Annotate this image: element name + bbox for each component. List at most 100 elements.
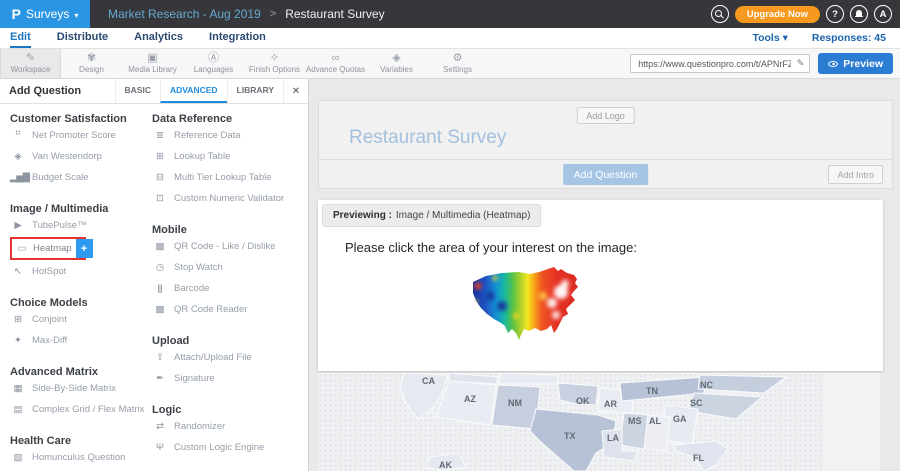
panel-tab-library[interactable]: LIBRARY bbox=[227, 79, 283, 103]
tab-analytics[interactable]: Analytics bbox=[134, 28, 183, 48]
toolbar-item-finish-options[interactable]: ✧Finish Options bbox=[244, 49, 305, 78]
toolbar-item-workspace[interactable]: ✎Workspace bbox=[0, 49, 61, 78]
toolbar-item-advance-quotas[interactable]: ∞Advance Quotas bbox=[305, 49, 366, 78]
question-type-complex-grid-flex-matrix[interactable]: ▤Complex Grid / Flex Matrix bbox=[10, 399, 150, 420]
add-question-button[interactable]: Add Question bbox=[563, 164, 649, 185]
app-logo-surveys-menu[interactable]: P Surveys ▾ bbox=[0, 0, 90, 28]
toolbar-item-design[interactable]: ✾Design bbox=[61, 49, 122, 78]
translate-icon: Ⓐ bbox=[208, 53, 219, 64]
notifications-button[interactable] bbox=[850, 5, 868, 23]
grid-icon: ▤ bbox=[10, 404, 25, 415]
close-panel-button[interactable]: ✕ bbox=[283, 79, 308, 103]
question-type-qr-code-reader[interactable]: ▩QR Code Reader bbox=[152, 299, 306, 320]
question-type-conjoint[interactable]: ⊞Conjoint bbox=[10, 309, 150, 330]
state-label: NC bbox=[700, 380, 713, 390]
edit-url-pencil-icon[interactable]: ✎ bbox=[797, 58, 805, 69]
question-type-label: Lookup Table bbox=[174, 151, 230, 162]
question-type-side-by-side-matrix[interactable]: ▦Side-By-Side Matrix bbox=[10, 378, 150, 399]
question-type-stop-watch[interactable]: ◷Stop Watch bbox=[152, 257, 306, 278]
section-title-data-reference: Data Reference bbox=[152, 113, 306, 125]
panel-column-2: Data Reference≣Reference Data ⊞ Lookup Tab… bbox=[150, 104, 306, 471]
question-type-qr-code-like-dislike[interactable]: ▩QR Code - Like / Dislike bbox=[152, 236, 306, 257]
stacked-table-icon: ⊟ bbox=[152, 172, 167, 183]
section-title-upload: Upload bbox=[152, 335, 306, 347]
qr-code-icon: ▩ bbox=[152, 241, 167, 252]
add-heatmap-plus-button[interactable]: + bbox=[76, 239, 93, 258]
preview-button[interactable]: Preview bbox=[818, 53, 893, 74]
edit-toolbar: ✎Workspace✾Design▣Media LibraryⒶLanguage… bbox=[0, 49, 900, 79]
panel-column-1: Customer Satisfaction⠛Net Promoter Score… bbox=[10, 104, 150, 471]
tab-integration[interactable]: Integration bbox=[209, 28, 266, 48]
upgrade-now-button[interactable]: Upgrade Now bbox=[735, 6, 820, 23]
add-logo-button[interactable]: Add Logo bbox=[576, 107, 635, 124]
toolbar-item-label: Variables bbox=[380, 65, 413, 74]
toolbar-item-languages[interactable]: ⒶLanguages bbox=[183, 49, 244, 78]
search-button[interactable] bbox=[711, 5, 729, 23]
breadcrumb-folder-link[interactable]: Market Research - Aug 2019 bbox=[108, 7, 261, 21]
state-label: AZ bbox=[464, 394, 476, 404]
question-type-van-westendorp[interactable]: ◈Van Westendorp bbox=[10, 146, 150, 167]
question-type-multi-tier-lookup-table[interactable]: ⊟Multi Tier Lookup Table bbox=[152, 167, 306, 188]
question-type-label: Heatmap bbox=[33, 243, 72, 254]
state-label: TN bbox=[646, 386, 658, 396]
toolbar-item-label: Workspace bbox=[11, 65, 51, 74]
conjoint-grid-icon: ⊞ bbox=[10, 314, 25, 325]
question-type-attach-upload-file[interactable]: ⇧Attach/Upload File bbox=[152, 347, 306, 368]
responses-count[interactable]: Responses: 45 bbox=[812, 32, 886, 44]
question-type-signature[interactable]: ✒Signature bbox=[152, 368, 306, 389]
question-type-max-diff[interactable]: ✦Max-Diff bbox=[10, 330, 150, 351]
state-label: LA bbox=[607, 433, 619, 443]
toolbar-item-label: Advance Quotas bbox=[306, 65, 365, 74]
toolbar-item-variables[interactable]: ◈Variables bbox=[366, 49, 427, 78]
survey-title[interactable]: Restaurant Survey bbox=[349, 127, 506, 149]
subnav-right: Tools ▾ Responses: 45 bbox=[752, 28, 890, 48]
signature-icon: ✒ bbox=[152, 373, 167, 384]
question-type-randomizer[interactable]: ⇄Randomizer bbox=[152, 416, 306, 437]
question-type-label: Side-By-Side Matrix bbox=[32, 383, 116, 394]
preview-button-label: Preview bbox=[843, 58, 883, 70]
question-type-reference-data[interactable]: ≣Reference Data bbox=[152, 125, 306, 146]
product-name: Surveys bbox=[26, 7, 69, 21]
section-title-customer-satisfaction: Customer Satisfaction bbox=[10, 113, 150, 125]
gear-icon: ⚙ bbox=[453, 53, 463, 64]
question-type-hotspot[interactable]: ↖HotSpot bbox=[10, 261, 150, 282]
add-intro-button[interactable]: Add Intro bbox=[828, 165, 883, 184]
tab-distribute[interactable]: Distribute bbox=[57, 28, 108, 48]
question-type-label: Randomizer bbox=[174, 421, 225, 432]
help-button[interactable]: ? bbox=[826, 5, 844, 23]
state-label: MS bbox=[628, 416, 642, 426]
questionpro-logo-icon: P bbox=[12, 7, 21, 21]
add-question-panel: Add Question BASICADVANCEDLIBRARY ✕ Cust… bbox=[0, 79, 309, 471]
question-type-barcode[interactable]: |||Barcode bbox=[152, 278, 306, 299]
people-score-icon: ⠛ bbox=[10, 130, 25, 141]
question-type-heatmap[interactable]: ▭Heatmap+ bbox=[10, 237, 86, 260]
question-type-homunculus-question[interactable]: ▧Homunculus Question bbox=[10, 447, 150, 468]
state-label: TX bbox=[564, 431, 576, 441]
question-type-lookup-table[interactable]: ⊞ Lookup Table bbox=[152, 146, 306, 167]
toolbar-item-label: Languages bbox=[194, 65, 234, 74]
question-type-label: Custom Numeric Validator bbox=[174, 193, 284, 204]
tab-edit[interactable]: Edit bbox=[10, 28, 31, 48]
question-type-net-promoter-score[interactable]: ⠛Net Promoter Score bbox=[10, 125, 150, 146]
tools-dropdown[interactable]: Tools ▾ bbox=[752, 32, 787, 44]
top-navbar: P Surveys ▾ Market Research - Aug 2019 >… bbox=[0, 0, 900, 28]
breadcrumb: Market Research - Aug 2019 > Restaurant … bbox=[108, 7, 385, 21]
question-type-label: Custom Logic Engine bbox=[174, 442, 264, 453]
panel-title: Add Question bbox=[0, 79, 115, 103]
question-type-tubepulse[interactable]: ▶TubePulse™ bbox=[10, 215, 150, 236]
avatar[interactable]: A bbox=[874, 5, 892, 23]
toolbar-item-settings[interactable]: ⚙Settings bbox=[427, 49, 488, 78]
tag-icon: ◈ bbox=[392, 53, 400, 64]
price-tag-icon: ◈ bbox=[10, 151, 25, 162]
state-label: CA bbox=[422, 376, 435, 386]
panel-tab-advanced[interactable]: ADVANCED bbox=[160, 79, 227, 103]
question-type-custom-logic-engine[interactable]: ΨCustom Logic Engine bbox=[152, 437, 306, 458]
body-image-icon: ▧ bbox=[10, 452, 25, 463]
question-type-custom-numeric-validator[interactable]: ⊡Custom Numeric Validator bbox=[152, 188, 306, 209]
lookup-table-icon: ⊞ bbox=[152, 151, 167, 162]
toolbar-item-media-library[interactable]: ▣Media Library bbox=[122, 49, 183, 78]
panel-tab-basic[interactable]: BASIC bbox=[115, 79, 160, 103]
heatmap-image[interactable] bbox=[464, 266, 586, 342]
survey-url-input[interactable] bbox=[636, 58, 792, 70]
question-type-budget-scale[interactable]: ▂▅▇Budget Scale bbox=[10, 167, 150, 188]
